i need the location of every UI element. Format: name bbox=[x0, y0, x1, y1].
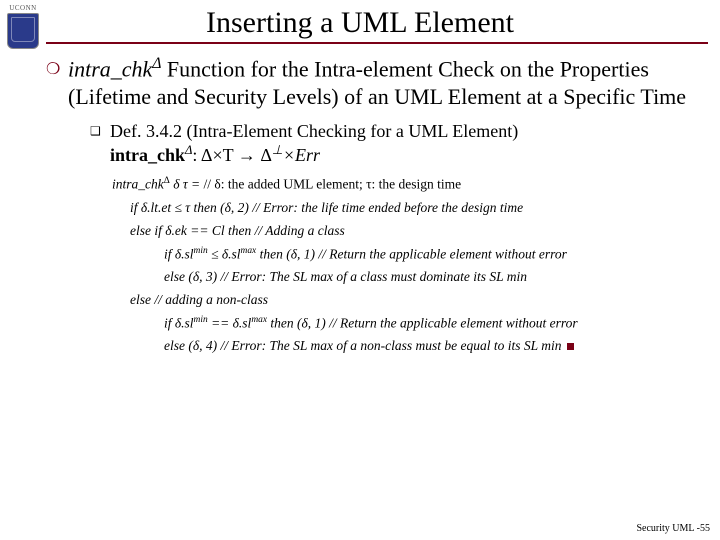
code-line-4: if δ.slmin ≤ δ.slmax then (δ, 1) // Retu… bbox=[112, 244, 706, 265]
def-perp: ⊥ bbox=[272, 143, 283, 157]
def-err: ×Err bbox=[283, 145, 320, 165]
c2: if δ.lt.et ≤ τ then (δ, 2) // Error: the… bbox=[130, 200, 523, 215]
logo-text: UCONN bbox=[4, 4, 42, 12]
code-line-3: else if δ.ek == Cl then // Adding a clas… bbox=[112, 221, 706, 242]
shield-icon bbox=[7, 13, 39, 49]
c7max: max bbox=[251, 315, 267, 325]
code-line-6: else // adding a non-class bbox=[112, 290, 706, 311]
title-rule bbox=[46, 42, 708, 44]
c5: else (δ, 3) // Error: The SL max of a cl… bbox=[164, 269, 527, 284]
content-area: ❍ intra_chkΔ Function for the Intra-elem… bbox=[46, 54, 706, 357]
bullet-level2: ❑ Def. 3.4.2 (Intra-Element Checking for… bbox=[90, 120, 706, 166]
code-line-1: intra_chkΔ δ τ = // δ: the added UML ele… bbox=[112, 174, 706, 195]
code-line-5: else (δ, 3) // Error: The SL max of a cl… bbox=[112, 267, 706, 288]
code-line-7: if δ.slmin == δ.slmax then (δ, 1) // Ret… bbox=[112, 313, 706, 334]
page-title: Inserting a UML Element bbox=[0, 0, 720, 40]
def-func: intra_chk bbox=[110, 145, 185, 165]
pseudocode: intra_chkΔ δ τ = // δ: the added UML ele… bbox=[112, 174, 706, 357]
c4a: if δ.sl bbox=[164, 246, 194, 261]
bullet2-marker: ❑ bbox=[90, 120, 110, 166]
def-line1: Def. 3.4.2 (Intra-Element Checking for a… bbox=[110, 121, 518, 141]
uconn-logo: UCONN bbox=[4, 4, 42, 49]
c7b: == δ.sl bbox=[208, 315, 252, 330]
def-sig1: : Δ×T → Δ bbox=[192, 145, 271, 165]
bullet2-text: Def. 3.4.2 (Intra-Element Checking for a… bbox=[110, 120, 518, 166]
c4b: ≤ δ.sl bbox=[208, 246, 241, 261]
code-line-8: else (δ, 4) // Error: The SL max of a no… bbox=[112, 336, 706, 357]
c7c: then (δ, 1) // Return the applicable ele… bbox=[267, 315, 578, 330]
bullet1-marker: ❍ bbox=[46, 54, 68, 110]
c7min: min bbox=[194, 315, 208, 325]
c7a: if δ.sl bbox=[164, 315, 194, 330]
func-name: intra_chk bbox=[68, 56, 152, 81]
code-line-2: if δ.lt.et ≤ τ then (δ, 2) // Error: the… bbox=[112, 198, 706, 219]
c1c: // δ: the added UML element; τ: the desi… bbox=[204, 177, 462, 192]
bullet-level1: ❍ intra_chkΔ Function for the Intra-elem… bbox=[46, 54, 706, 110]
c1a: intra_chk bbox=[112, 177, 164, 192]
c8: else (δ, 4) // Error: The SL max of a no… bbox=[164, 338, 562, 353]
end-marker-icon bbox=[567, 343, 574, 350]
c4min: min bbox=[194, 246, 208, 256]
c1b: δ τ = bbox=[170, 177, 204, 192]
c4c: then (δ, 1) // Return the applicable ele… bbox=[256, 246, 567, 261]
bullet1-text: intra_chkΔ Function for the Intra-elemen… bbox=[68, 54, 706, 110]
c6: else // adding a non-class bbox=[130, 292, 268, 307]
page-footer: Security UML -55 bbox=[636, 523, 710, 534]
c4max: max bbox=[241, 246, 257, 256]
c3: else if δ.ek == Cl then // Adding a clas… bbox=[130, 223, 345, 238]
bullet1-rest: Function for the Intra-element Check on … bbox=[68, 56, 686, 109]
